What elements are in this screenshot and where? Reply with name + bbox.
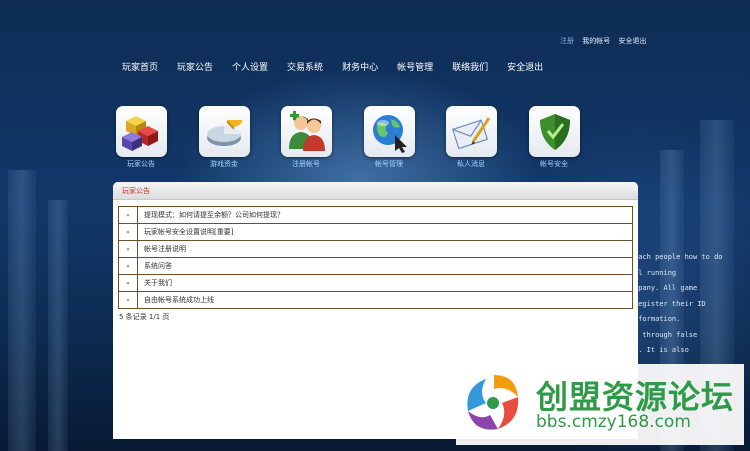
table-row[interactable]: » 玩家帐号安全设置说明[重要] (118, 224, 633, 241)
announcement-link[interactable]: 帐号注册说明 (138, 241, 186, 257)
icon-label[interactable]: 帐号安全 (519, 159, 589, 169)
announcement-link[interactable]: 玩家帐号安全设置说明[重要] (138, 224, 233, 240)
nav-item-finance[interactable]: 财务中心 (342, 60, 378, 73)
forum-logo-icon (467, 375, 519, 430)
pagination-info: 5 条记录 1/1 页 (119, 313, 170, 321)
table-row[interactable]: » 关于我们 (118, 275, 633, 292)
nav-item-trading[interactable]: 交易系统 (287, 60, 323, 73)
my-account-link[interactable]: 我的帐号 (582, 37, 610, 45)
bg-text-line: register their ID (634, 299, 706, 308)
bg-text-line: e through false (634, 330, 698, 339)
register-link[interactable]: 注册 (560, 37, 574, 45)
mail-icon (451, 116, 490, 149)
logout-link[interactable]: 安全退出 (618, 37, 646, 45)
icon-label[interactable]: 注册帐号 (271, 159, 341, 169)
panel-title: 玩家公告 (122, 187, 150, 195)
icon-label[interactable]: 帐号管理 (354, 159, 424, 169)
icon-label[interactable]: 玩家公告 (106, 159, 176, 169)
cubes-icon (121, 115, 158, 151)
main-nav: 玩家首页 玩家公告 个人设置 交易系统 财务中心 帐号管理 联络我们 安全退出 (122, 60, 562, 73)
table-row[interactable]: » 提现模式：如何请提至余额？公司如何提现？ (118, 207, 633, 224)
watermark: 创盟资源论坛 bbs.cmzy168.com (456, 364, 744, 445)
panel-header: 玩家公告 (113, 182, 638, 200)
bg-text-line: mpany. All game (634, 284, 698, 292)
row-marker-icon: » (119, 224, 138, 240)
table-row[interactable]: » 系统问答 (118, 258, 633, 275)
announcement-link[interactable]: 关于我们 (138, 275, 172, 291)
row-marker-icon: » (119, 275, 138, 291)
messages-shortcut[interactable] (446, 106, 497, 157)
bg-text-line: l. It is also (634, 346, 689, 354)
security-shortcut[interactable] (529, 106, 580, 157)
row-marker-icon: » (119, 241, 138, 257)
nav-item-personal-settings[interactable]: 个人设置 (232, 60, 268, 73)
nav-item-contact[interactable]: 联络我们 (452, 60, 488, 73)
nav-item-home[interactable]: 玩家首页 (122, 60, 158, 73)
nav-item-logout[interactable]: 安全退出 (507, 60, 543, 73)
announcement-link[interactable]: 提现模式：如何请提至余额？公司如何提现？ (138, 207, 284, 223)
bg-pillar (8, 170, 36, 451)
top-links: 注册 我的帐号 安全退出 (560, 36, 646, 46)
shield-icon (539, 113, 570, 150)
table-row[interactable]: » 帐号注册说明 (118, 241, 633, 258)
row-marker-icon: » (119, 292, 138, 308)
bg-text-line: al running (634, 268, 677, 277)
funds-shortcut[interactable] (199, 106, 250, 157)
background-text: each people how to do al running mpany. … (634, 250, 750, 359)
bg-text-line: nformation. (634, 315, 681, 323)
announcement-link[interactable]: 自由帐号系统成功上线 (138, 292, 214, 308)
icon-label[interactable]: 游戏资金 (189, 159, 259, 169)
bg-text-line: each people how to do (634, 253, 723, 261)
account-shortcut[interactable] (364, 106, 415, 157)
table-row[interactable]: » 自由帐号系统成功上线 (118, 292, 633, 309)
row-marker-icon: » (119, 258, 138, 274)
row-marker-icon: » (119, 207, 138, 223)
nav-item-announcements[interactable]: 玩家公告 (177, 60, 213, 73)
icon-label[interactable]: 私人消息 (436, 159, 506, 169)
nav-item-account[interactable]: 帐号管理 (397, 60, 433, 73)
globe-icon (372, 114, 407, 153)
register-shortcut[interactable] (281, 106, 332, 157)
announcements-shortcut[interactable] (116, 106, 167, 157)
bg-pillar (48, 200, 68, 451)
announcements-table: » 提现模式：如何请提至余额？公司如何提现？ » 玩家帐号安全设置说明[重要] … (118, 206, 633, 309)
watermark-url: bbs.cmzy168.com (536, 412, 691, 432)
users-icon (288, 110, 325, 151)
announcement-link[interactable]: 系统问答 (138, 258, 172, 274)
pie-chart-icon (206, 119, 242, 146)
